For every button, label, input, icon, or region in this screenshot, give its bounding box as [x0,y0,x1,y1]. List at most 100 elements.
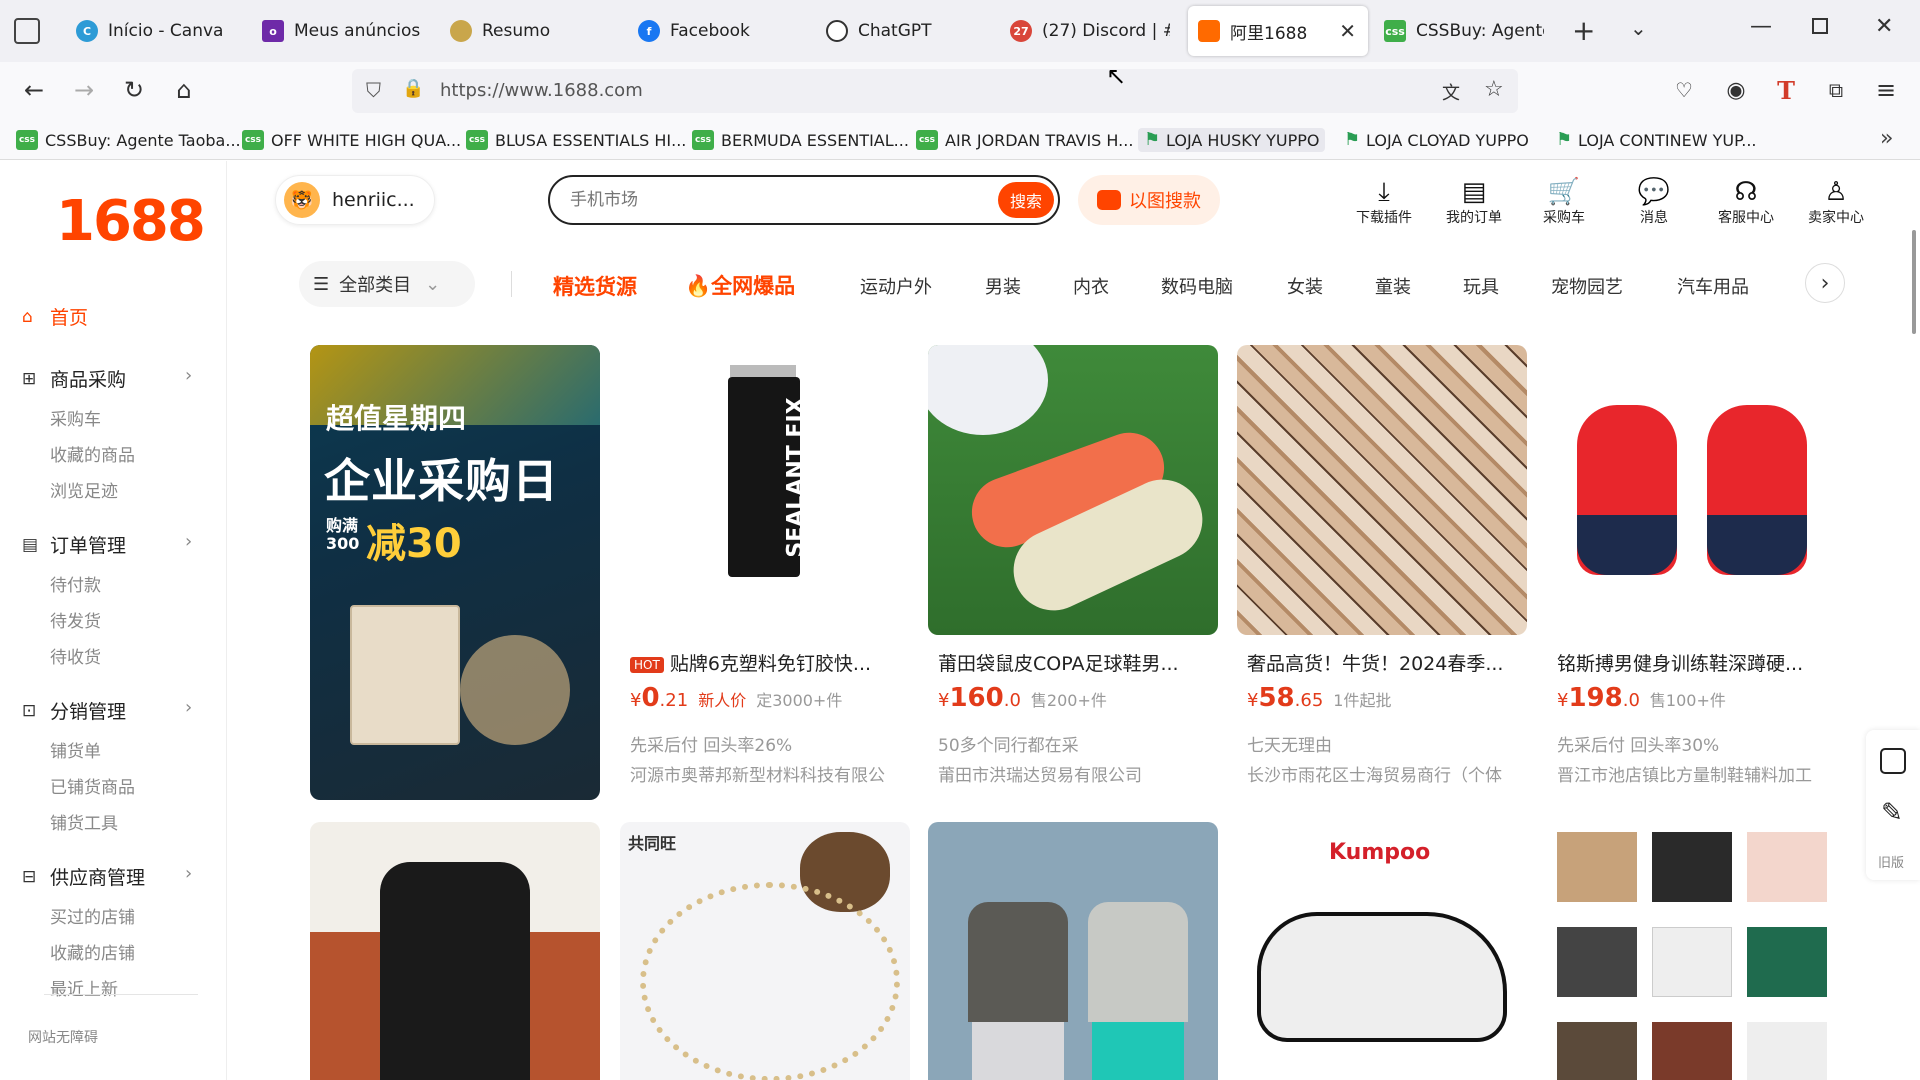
search-button[interactable]: 搜索 [998,182,1054,218]
bookmark-item[interactable]: ⚑ LOJA CONTINEW YUP... [1556,128,1757,152]
pocket-icon[interactable]: ♡ [1664,70,1704,110]
product-card[interactable]: Kumpoo [1237,822,1527,1080]
tab-chatgpt[interactable]: ChatGPT [826,6,976,56]
category-item[interactable]: 女装 [1287,273,1323,299]
product-seller[interactable]: 莆田市洪瑞达贸易有限公司 [938,761,1228,786]
sidebar-subitem[interactable]: 已铺货商品 [50,773,135,798]
new-tab-icon[interactable]: + [1572,14,1595,47]
translate-icon[interactable]: 文 [1442,79,1460,105]
sidebar-subitem[interactable]: 待发货 [50,607,101,632]
bookmark-item[interactable]: css BLUSA ESSENTIALS HI... [466,128,686,152]
close-tab-icon[interactable]: ✕ [1339,19,1356,43]
category-item[interactable]: 运动户外 [860,273,932,299]
image-search-button[interactable]: 以图搜款 [1078,175,1220,225]
chevron-right-icon[interactable]: › [185,863,192,884]
promo-banner[interactable]: 超值星期四 企业采购日 购满 300 减30 [310,345,600,800]
user-profile-chip[interactable]: 🐯 henriic... [275,175,435,225]
product-card[interactable]: 共同旺 [620,822,910,1080]
tab-hot[interactable]: 🔥全网爆品 [685,270,795,300]
sidebar-item-home[interactable]: ⌂ 首页 [22,303,88,330]
category-next-button[interactable]: › [1805,263,1845,303]
sidebar-subitem[interactable]: 浏览足迹 [50,477,118,502]
accessibility-link[interactable]: 网站无障碍 [28,1027,98,1047]
all-categories-dropdown[interactable]: ☰ 全部类目 ⌄ [299,261,475,307]
bookmarks-overflow-icon[interactable]: » [1880,126,1893,151]
tab-olx[interactable]: o Meus anúncios | [262,6,422,56]
sidebar-subitem[interactable]: 铺货单 [50,737,101,762]
chevron-right-icon[interactable]: › [185,365,192,386]
minimize-icon[interactable]: — [1750,14,1772,39]
sidebar-group-purchasing[interactable]: ⊞ 商品采购 [22,365,126,392]
sidebar-subitem[interactable]: 买过的店铺 [50,903,135,928]
chevron-right-icon[interactable]: › [185,531,192,552]
category-item[interactable]: 童装 [1375,273,1411,299]
cart-button[interactable]: 🛒 采购车 [1524,177,1604,227]
sidebar-subitem[interactable]: 铺货工具 [50,809,118,834]
restore-icon[interactable] [1812,18,1828,34]
extension-t-icon[interactable]: T [1766,70,1806,110]
bookmark-item[interactable]: css BERMUDA ESSENTIAL... [692,128,909,152]
bookmark-item[interactable]: css AIR JORDAN TRAVIS H... [916,128,1133,152]
product-card[interactable]: 莆田袋鼠皮COPA足球鞋男... ¥160.0 售200+件 50多个同行都在采 … [928,345,1218,805]
product-card[interactable] [1547,822,1837,1080]
bookmark-item[interactable]: css CSSBuy: Agente Taoba... [16,128,241,152]
chevron-right-icon[interactable]: › [185,697,192,718]
product-card[interactable]: 奢品高货！牛货！2024春季... ¥58.65 1件起批 七天无理由 长沙市雨花… [1237,345,1527,805]
bookmark-item[interactable]: ⚑ LOJA CLOYAD YUPPO [1344,128,1529,152]
product-card[interactable]: 铭斯搏男健身训练鞋深蹲硬... ¥198.0 售100+件 先采后付 回头率30%… [1547,345,1837,805]
tab-overview-icon[interactable] [14,18,40,44]
forward-icon[interactable]: → [64,70,104,110]
reload-icon[interactable]: ↻ [114,70,154,110]
category-item[interactable]: 男装 [985,273,1021,299]
category-item[interactable]: 玩具 [1463,273,1499,299]
account-icon[interactable]: ◉ [1716,70,1756,110]
old-version-link[interactable]: 旧版 [1878,852,1904,871]
menu-icon[interactable]: ≡ [1866,70,1906,110]
messages-button[interactable]: 💬 消息 [1614,177,1694,227]
search-input[interactable] [570,187,950,213]
product-seller[interactable]: 长沙市雨花区士海贸易商行（个体 [1247,761,1537,786]
tab-canva[interactable]: C Início - Canva [76,6,236,56]
bookmark-item[interactable]: ⚑ LOJA HUSKY YUPPO [1138,128,1326,152]
bookmark-star-icon[interactable]: ☆ [1484,77,1504,102]
close-window-icon[interactable]: ✕ [1875,14,1893,39]
category-item[interactable]: 内衣 [1073,273,1109,299]
sidebar-subitem[interactable]: 收藏的商品 [50,441,135,466]
my-orders-button[interactable]: ▤ 我的订单 [1434,177,1514,227]
download-plugin-button[interactable]: ⤓ 下载插件 [1344,177,1424,227]
tab-facebook[interactable]: f Facebook [638,6,788,56]
product-seller[interactable]: 晋江市池店镇比方量制鞋辅料加工 [1557,761,1847,786]
bookmark-item[interactable]: css OFF WHITE HIGH QUA... [242,128,461,152]
tab-1688[interactable]: 阿里1688 ✕ [1188,6,1368,56]
tab-resumo[interactable]: Resumo [450,6,600,56]
product-card[interactable] [310,822,600,1080]
sidebar-group-suppliers[interactable]: ⊟ 供应商管理 [22,863,145,890]
tab-list-chevron-icon[interactable]: ⌄ [1630,16,1647,40]
category-item[interactable]: 数码电脑 [1161,273,1233,299]
sidebar-subitem[interactable]: 最近上新 [50,975,118,1000]
sidebar-group-distribution[interactable]: ⊡ 分销管理 [22,697,126,724]
sidebar-subitem[interactable]: 待收货 [50,643,101,668]
scrollbar-thumb[interactable] [1912,230,1916,334]
sidebar-subitem[interactable]: 采购车 [50,405,101,430]
edit-icon[interactable]: ✎ [1881,798,1903,828]
url-bar[interactable]: ⛉ 🔒 https://www.1688.com 文 ☆ [352,69,1518,113]
product-card[interactable] [928,822,1218,1080]
extensions-icon[interactable]: ⧉ [1816,70,1856,110]
sidebar-group-orders[interactable]: ▤ 订单管理 [22,531,126,558]
tab-featured[interactable]: 精选货源 [553,271,637,301]
back-icon[interactable]: ← [14,70,54,110]
category-item[interactable]: 汽车用品 [1677,273,1749,299]
category-item[interactable]: 宠物园艺 [1551,273,1623,299]
support-center-button[interactable]: ☊ 客服中心 [1706,177,1786,227]
product-seller[interactable]: 河源市奥蒂邦新型材料科技有限公 [630,761,920,786]
sidebar-subitem[interactable]: 待付款 [50,571,101,596]
tab-cssbuy[interactable]: css CSSBuy: Agente [1384,6,1544,56]
product-card[interactable]: SEALANT FIX HOT 贴牌6克塑料免钉胶快... ¥0.21 新人价 定30… [620,345,910,805]
tab-discord[interactable]: 27 (27) Discord | # [1010,6,1170,56]
home-icon[interactable]: ⌂ [164,70,204,110]
site-logo[interactable]: 1688 [56,189,206,254]
sidebar-subitem[interactable]: 收藏的店铺 [50,939,135,964]
feedback-icon[interactable] [1880,748,1906,774]
seller-center-button[interactable]: ♙ 卖家中心 [1796,177,1876,227]
